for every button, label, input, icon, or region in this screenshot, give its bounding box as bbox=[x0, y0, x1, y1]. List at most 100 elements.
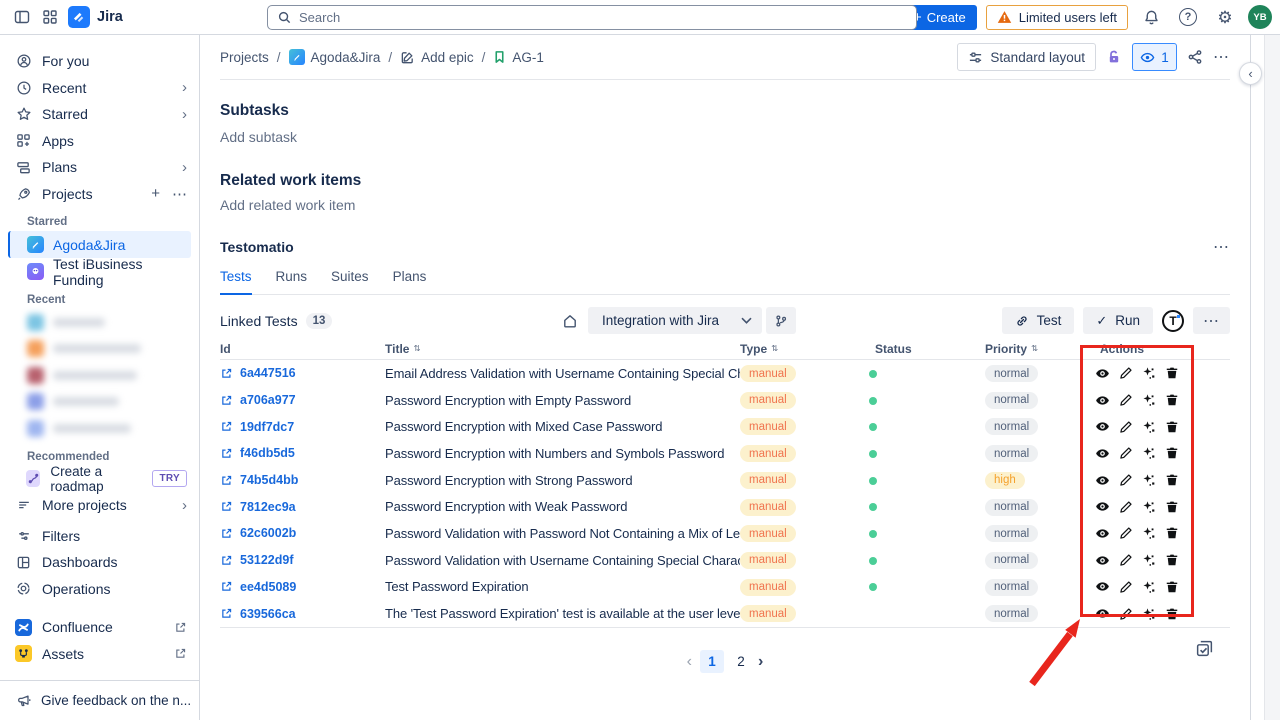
previous-page-icon[interactable]: ‹ bbox=[687, 653, 692, 671]
ai-sparkles-action-icon[interactable] bbox=[1141, 526, 1156, 541]
edit-action-icon[interactable] bbox=[1118, 366, 1133, 381]
breadcrumb-project[interactable]: Agoda&Jira bbox=[289, 49, 381, 65]
ai-sparkles-action-icon[interactable] bbox=[1141, 393, 1156, 408]
give-feedback-button[interactable]: Give feedback on the n... bbox=[0, 680, 199, 720]
column-status[interactable]: Status bbox=[861, 342, 973, 356]
home-icon[interactable] bbox=[562, 313, 578, 329]
eye-action-icon[interactable] bbox=[1095, 579, 1110, 594]
limited-users-button[interactable]: Limited users left bbox=[986, 5, 1128, 30]
column-id[interactable]: Id bbox=[220, 342, 385, 356]
test-id-link[interactable]: a706a977 bbox=[240, 393, 296, 407]
sidebar-item-operations[interactable]: Operations bbox=[0, 576, 199, 603]
edit-action-icon[interactable] bbox=[1118, 579, 1133, 594]
sidebar-item-dashboards[interactable]: Dashboards bbox=[0, 549, 199, 576]
edit-action-icon[interactable] bbox=[1118, 606, 1133, 621]
app-switcher-icon[interactable] bbox=[36, 4, 64, 30]
delete-action-icon[interactable] bbox=[1164, 446, 1179, 461]
ai-sparkles-action-icon[interactable] bbox=[1141, 579, 1156, 594]
delete-action-icon[interactable] bbox=[1164, 393, 1179, 408]
standard-layout-button[interactable]: Standard layout bbox=[957, 43, 1096, 71]
sidebar-item-projects[interactable]: Projects + ⋯ bbox=[0, 181, 199, 208]
delete-action-icon[interactable] bbox=[1164, 366, 1179, 381]
edit-action-icon[interactable] bbox=[1118, 553, 1133, 568]
page-1-button[interactable]: 1 bbox=[700, 650, 724, 673]
add-project-icon[interactable]: + bbox=[151, 185, 160, 202]
sidebar-item-filters[interactable]: Filters bbox=[0, 523, 199, 550]
sidebar-item-confluence[interactable]: Confluence bbox=[0, 614, 199, 641]
edit-action-icon[interactable] bbox=[1118, 499, 1133, 514]
sidebar-project-agoda-jira[interactable]: Agoda&Jira bbox=[8, 231, 191, 258]
sidebar-item-plans[interactable]: Plans › bbox=[0, 154, 199, 181]
delete-action-icon[interactable] bbox=[1164, 526, 1179, 541]
jira-logo[interactable]: Jira bbox=[68, 6, 123, 28]
eye-action-icon[interactable] bbox=[1095, 553, 1110, 568]
column-actions[interactable]: Actions bbox=[1085, 342, 1205, 356]
test-id-link[interactable]: 19df7dc7 bbox=[240, 420, 294, 434]
unlock-icon[interactable] bbox=[1106, 49, 1122, 65]
column-type[interactable]: Type⇅ bbox=[740, 342, 861, 356]
help-icon[interactable]: ? bbox=[1174, 4, 1202, 30]
sidebar-project-test-ibusiness[interactable]: Test iBusiness Funding bbox=[8, 258, 191, 285]
ai-sparkles-action-icon[interactable] bbox=[1141, 419, 1156, 434]
ai-sparkles-action-icon[interactable] bbox=[1141, 606, 1156, 621]
add-related-work-item-button[interactable]: Add related work item bbox=[220, 197, 1230, 213]
ai-sparkles-action-icon[interactable] bbox=[1141, 366, 1156, 381]
next-page-icon[interactable]: › bbox=[758, 653, 763, 671]
test-id-link[interactable]: ee4d5089 bbox=[240, 580, 296, 594]
column-title[interactable]: Title⇅ bbox=[385, 342, 740, 356]
delete-action-icon[interactable] bbox=[1164, 553, 1179, 568]
test-id-link[interactable]: 53122d9f bbox=[240, 553, 294, 567]
global-search[interactable] bbox=[267, 5, 917, 30]
tab-plans[interactable]: Plans bbox=[393, 269, 427, 294]
add-subtask-button[interactable]: Add subtask bbox=[220, 129, 1230, 145]
git-branch-icon[interactable] bbox=[766, 307, 796, 334]
recent-project-item[interactable] bbox=[0, 415, 199, 442]
delete-action-icon[interactable] bbox=[1164, 419, 1179, 434]
ai-sparkles-action-icon[interactable] bbox=[1141, 473, 1156, 488]
testomatio-logo[interactable]: T bbox=[1162, 310, 1184, 332]
delete-action-icon[interactable] bbox=[1164, 606, 1179, 621]
settings-gear-icon[interactable]: ⚙ bbox=[1211, 4, 1239, 30]
breadcrumb-issue[interactable]: AG-1 bbox=[493, 50, 544, 65]
collapse-sidebar-icon[interactable] bbox=[8, 4, 36, 30]
sidebar-item-recent[interactable]: Recent › bbox=[0, 75, 199, 102]
eye-action-icon[interactable] bbox=[1095, 446, 1110, 461]
tab-tests[interactable]: Tests bbox=[220, 269, 252, 295]
sidebar-item-for-you[interactable]: For you bbox=[0, 48, 199, 75]
watch-count-button[interactable]: 1 bbox=[1132, 43, 1177, 71]
tab-suites[interactable]: Suites bbox=[331, 269, 369, 294]
page-2-button[interactable]: 2 bbox=[732, 650, 750, 673]
eye-action-icon[interactable] bbox=[1095, 393, 1110, 408]
eye-action-icon[interactable] bbox=[1095, 366, 1110, 381]
user-avatar[interactable]: YB bbox=[1248, 5, 1272, 29]
test-button[interactable]: Test bbox=[1002, 307, 1075, 334]
edit-action-icon[interactable] bbox=[1118, 393, 1133, 408]
column-priority[interactable]: Priority⇅ bbox=[973, 342, 1085, 356]
edit-action-icon[interactable] bbox=[1118, 446, 1133, 461]
sidebar-item-starred[interactable]: Starred › bbox=[0, 101, 199, 128]
eye-action-icon[interactable] bbox=[1095, 499, 1110, 514]
ai-sparkles-action-icon[interactable] bbox=[1141, 499, 1156, 514]
notifications-bell-icon[interactable] bbox=[1137, 4, 1165, 30]
edit-action-icon[interactable] bbox=[1118, 526, 1133, 541]
recent-project-item[interactable] bbox=[0, 336, 199, 363]
sidebar-item-more-projects[interactable]: More projects › bbox=[0, 492, 199, 519]
sidebar-item-apps[interactable]: Apps bbox=[0, 128, 199, 155]
eye-action-icon[interactable] bbox=[1095, 473, 1110, 488]
eye-action-icon[interactable] bbox=[1095, 419, 1110, 434]
test-id-link[interactable]: 7812ec9a bbox=[240, 500, 296, 514]
test-id-link[interactable]: 639566ca bbox=[240, 607, 296, 621]
eye-action-icon[interactable] bbox=[1095, 526, 1110, 541]
recent-project-item[interactable] bbox=[0, 389, 199, 416]
delete-action-icon[interactable] bbox=[1164, 579, 1179, 594]
edit-action-icon[interactable] bbox=[1118, 419, 1133, 434]
test-id-link[interactable]: 6a447516 bbox=[240, 366, 296, 380]
eye-action-icon[interactable] bbox=[1095, 606, 1110, 621]
branch-dropdown[interactable]: Integration with Jira bbox=[588, 307, 762, 334]
recent-project-item[interactable] bbox=[0, 309, 199, 336]
sidebar-item-assets[interactable]: Assets bbox=[0, 641, 199, 668]
projects-more-icon[interactable]: ⋯ bbox=[172, 185, 187, 203]
ai-sparkles-action-icon[interactable] bbox=[1141, 553, 1156, 568]
linked-tests-more-icon[interactable]: ⋯ bbox=[1193, 307, 1230, 334]
edit-action-icon[interactable] bbox=[1118, 473, 1133, 488]
